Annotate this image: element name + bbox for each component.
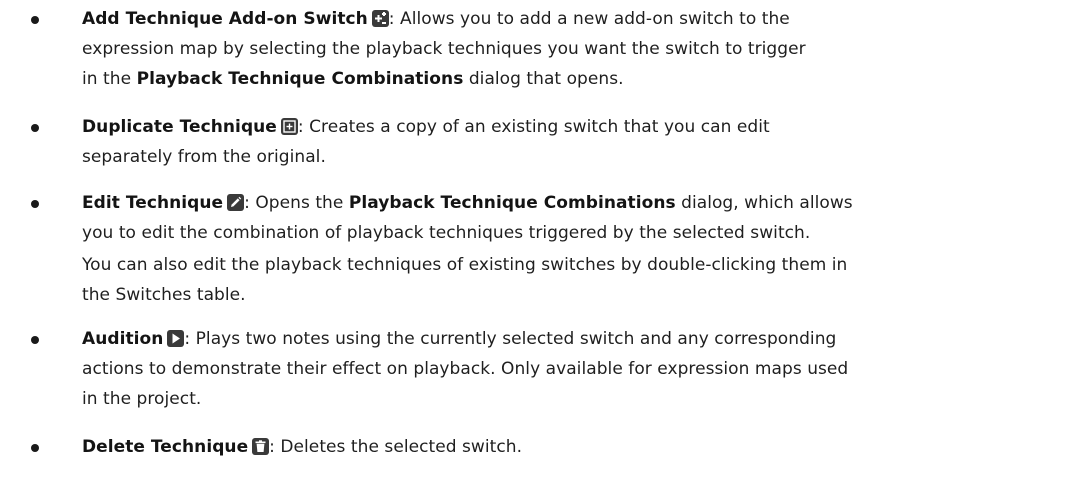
list-item-content: Delete Technique : Deletes the selected s… — [82, 428, 1042, 462]
text-run: separately from the original. — [82, 147, 326, 167]
list-item-content: Add Technique Add-on Switch : Allows you … — [82, 0, 1042, 94]
list-item-content: Audition : Plays two notes using the curr… — [82, 320, 1042, 414]
text-run: : Allows you to add a new add-on switch … — [388, 9, 790, 29]
add-on-switch-icon — [371, 10, 389, 27]
term: Playback Technique Combinations — [136, 69, 464, 89]
text-run: : Deletes the selected switch. — [269, 437, 523, 457]
term: Playback Technique Combinations — [348, 193, 676, 213]
text-line: expression map by selecting the playback… — [82, 34, 1042, 64]
list-item-content: Edit Technique : Opens the Playback Techn… — [82, 184, 1042, 310]
bullet-icon — [31, 444, 39, 452]
bullet-icon — [31, 200, 39, 208]
text-line: separately from the original. — [82, 142, 1042, 172]
document: Add Technique Add-on Switch : Allows you … — [0, 0, 1069, 497]
list-item-content: Duplicate Technique : Creates a copy of a… — [82, 108, 1042, 172]
text-line: Add Technique Add-on Switch : Allows you … — [82, 4, 1042, 34]
text-line: you to edit the combination of playback … — [82, 218, 1042, 248]
bullet-icon — [31, 336, 39, 344]
duplicate-icon — [280, 118, 298, 135]
bullet-icon — [31, 16, 39, 24]
text-run: in the — [82, 69, 137, 89]
text-line: Edit Technique : Opens the Playback Techn… — [82, 188, 1042, 218]
play-icon — [167, 330, 185, 347]
text-run: actions to demonstrate their effect on p… — [82, 359, 849, 379]
term: Delete Technique — [82, 437, 249, 457]
text-run: you to edit the combination of playback … — [82, 223, 811, 243]
edit-pencil-icon — [227, 194, 245, 211]
text-run: : Creates a copy of an existing switch t… — [297, 117, 770, 137]
text-line: the Switches table. — [82, 280, 1042, 310]
text-run: You can also edit the playback technique… — [82, 255, 848, 275]
text-line: actions to demonstrate their effect on p… — [82, 354, 1042, 384]
text-run: dialog that opens. — [463, 69, 624, 89]
text-line: You can also edit the playback technique… — [82, 250, 1042, 280]
text-run: expression map by selecting the playback… — [82, 39, 806, 59]
text-line: Duplicate Technique : Creates a copy of a… — [82, 112, 1042, 142]
term: Duplicate Technique — [82, 117, 277, 137]
bullet-icon — [31, 124, 39, 132]
term: Add Technique Add-on Switch — [82, 9, 368, 29]
term: Audition — [82, 329, 164, 349]
text-run: : Opens the — [244, 193, 349, 213]
trash-icon — [252, 438, 270, 455]
text-line: in the project. — [82, 384, 1042, 414]
text-line: in the Playback Technique Combinations d… — [82, 64, 1042, 94]
text-run: dialog, which allows — [675, 193, 853, 213]
text-run: the Switches table. — [82, 285, 246, 305]
text-line: Audition : Plays two notes using the curr… — [82, 324, 1042, 354]
text-run: : Plays two notes using the currently se… — [184, 329, 837, 349]
text-line: Delete Technique : Deletes the selected s… — [82, 432, 1042, 462]
term: Edit Technique — [82, 193, 224, 213]
text-run: in the project. — [82, 389, 202, 409]
